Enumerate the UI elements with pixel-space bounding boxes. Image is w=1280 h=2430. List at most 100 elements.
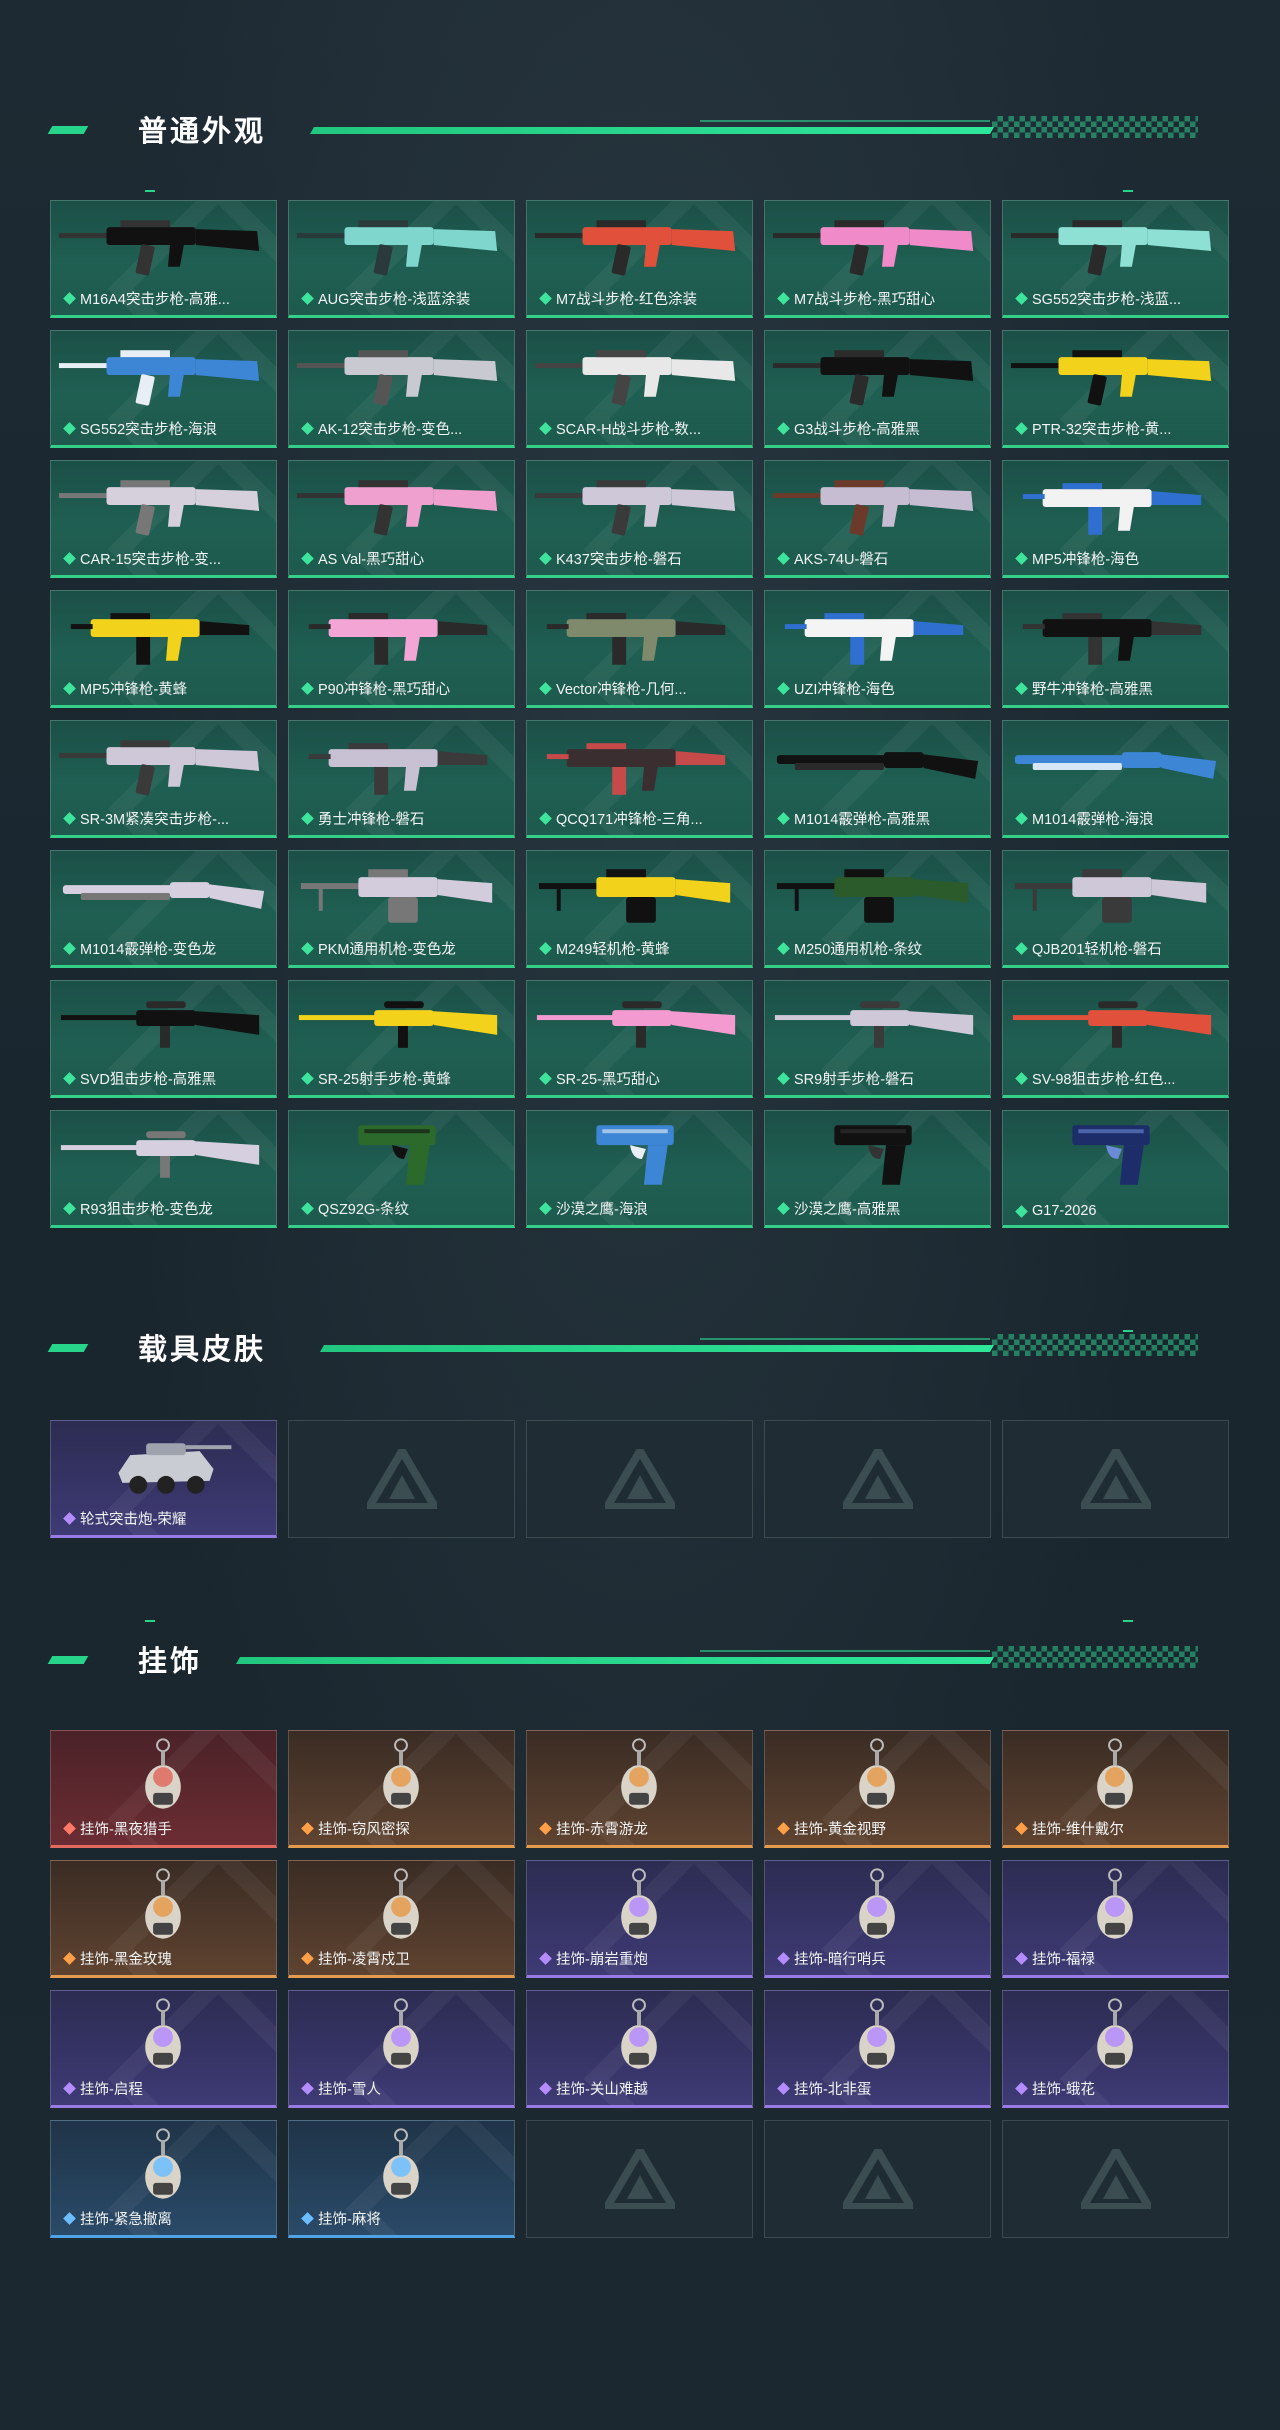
weapon-skin-card[interactable]: PTR-32突击步枪-黄... [1002, 330, 1229, 448]
weapon-skin-card[interactable]: SR-3M紧凑突击步枪-... [50, 720, 277, 838]
weapon-skin-card[interactable]: PKM通用机枪-变色龙 [288, 850, 515, 968]
weapon-skin-card[interactable]: M1014霰弹枪-变色龙 [50, 850, 277, 968]
weapon-skin-card[interactable]: SR-25射手步枪-黄蜂 [288, 980, 515, 1098]
weapon-skin-card[interactable]: M1014霰弹枪-海浪 [1002, 720, 1229, 838]
charm-card[interactable]: 挂饰-暗行哨兵 [764, 1860, 991, 1978]
weapon-skin-card[interactable]: K437突击步枪-磐石 [526, 460, 753, 578]
charm-card[interactable]: 挂饰-黑金玫瑰 [50, 1860, 277, 1978]
card-label: 挂饰-维什戴尔 [1015, 1818, 1124, 1839]
charm-card[interactable]: 挂饰-启程 [50, 1990, 277, 2108]
weapon-skin-card[interactable]: AUG突击步枪-浅蓝涂装 [288, 200, 515, 318]
weapon-skin-card[interactable]: M1014霰弹枪-高雅黑 [764, 720, 991, 838]
weapon-skin-card[interactable]: 沙漠之鹰-海浪 [526, 1110, 753, 1228]
weapon-skin-card[interactable]: QSZ92G-条纹 [288, 1110, 515, 1228]
tick-mark [145, 190, 155, 192]
charm-card[interactable]: 挂饰-黄金视野 [764, 1730, 991, 1848]
charm-card[interactable]: 挂饰-蛾花 [1002, 1990, 1229, 2108]
charm-card[interactable]: 挂饰-麻将 [288, 2120, 515, 2238]
pistol-icon [1072, 1125, 1150, 1185]
weapon-skin-card[interactable]: CAR-15突击步枪-变... [50, 460, 277, 578]
item-name: SV-98狙击步枪-红色... [1032, 1072, 1176, 1088]
rarity-gem-icon [1015, 552, 1028, 565]
card-label: SVD狙击步枪-高雅黑 [63, 1068, 216, 1089]
card-label: 挂饰-北非蛋 [777, 2078, 871, 2099]
charm-card[interactable]: 挂饰-北非蛋 [764, 1990, 991, 2108]
item-name: MP5冲锋枪-海色 [1032, 552, 1140, 568]
item-name: M7战斗步枪-红色涂装 [556, 292, 697, 308]
empty-slot [1002, 1420, 1229, 1538]
sniper-icon [60, 1131, 260, 1178]
item-name: R93狙击步枪-变色龙 [80, 1202, 213, 1218]
rarity-gem-icon [1015, 1204, 1028, 1218]
weapon-skin-card[interactable]: QJB201轻机枪-磐石 [1002, 850, 1229, 968]
weapon-skin-card[interactable]: M7战斗步枪-红色涂装 [526, 200, 753, 318]
weapon-skin-card[interactable]: SCAR-H战斗步枪-数... [526, 330, 753, 448]
card-label: 挂饰-关山难越 [539, 2078, 648, 2099]
charm-card[interactable]: 挂饰-雪人 [288, 1990, 515, 2108]
item-name: SR-25射手步枪-黄蜂 [318, 1072, 451, 1088]
weapon-skin-card[interactable]: AS Val-黑巧甜心 [288, 460, 515, 578]
item-name: M1014霰弹枪-高雅黑 [794, 812, 931, 828]
weapon-skin-card[interactable]: 野牛冲锋枪-高雅黑 [1002, 590, 1229, 708]
charm-card[interactable]: 挂饰-维什戴尔 [1002, 1730, 1229, 1848]
item-name: AKS-74U-磐石 [794, 552, 889, 568]
charm-card[interactable]: 挂饰-窃风密探 [288, 1730, 515, 1848]
header-rule [309, 127, 995, 134]
rifle-icon [772, 220, 974, 276]
weapon-skin-card[interactable]: UZI冲锋枪-海色 [764, 590, 991, 708]
weapon-skin-card[interactable]: M249轻机枪-黄蜂 [526, 850, 753, 968]
weapon-skin-card[interactable]: MP5冲锋枪-黄蜂 [50, 590, 277, 708]
charm-card[interactable]: 挂饰-紧急撤离 [50, 2120, 277, 2238]
charm-card[interactable]: 挂饰-福禄 [1002, 1860, 1229, 1978]
weapon-skin-card[interactable]: M16A4突击步枪-高雅... [50, 200, 277, 318]
rifle-icon [296, 350, 498, 406]
weapon-skin-card[interactable]: 勇士冲锋枪-磐石 [288, 720, 515, 838]
weapon-skin-card[interactable]: SV-98狙击步枪-红色... [1002, 980, 1229, 1098]
weapon-skin-card[interactable]: M250通用机枪-条纹 [764, 850, 991, 968]
shotgun-icon [1014, 752, 1217, 779]
weapon-skin-card[interactable]: P90冲锋枪-黑巧甜心 [288, 590, 515, 708]
weapon-skin-card[interactable]: SG552突击步枪-浅蓝... [1002, 200, 1229, 318]
lmg-icon [776, 869, 969, 923]
weapon-skin-card[interactable]: 沙漠之鹰-高雅黑 [764, 1110, 991, 1228]
weapon-skin-card[interactable]: QCQ171冲锋枪-三角... [526, 720, 753, 838]
item-name: 野牛冲锋枪-高雅黑 [1032, 682, 1153, 698]
rarity-gem-icon [777, 1202, 790, 1215]
weapon-skin-card[interactable]: AKS-74U-磐石 [764, 460, 991, 578]
item-name: SR-25-黑巧甜心 [556, 1072, 660, 1088]
card-label: 挂饰-福禄 [1015, 1948, 1095, 1969]
weapon-skin-card[interactable]: G3战斗步枪-高雅黑 [764, 330, 991, 448]
weapon-skin-card[interactable]: R93狙击步枪-变色龙 [50, 1110, 277, 1228]
weapon-skin-card[interactable]: Vector冲锋枪-几何... [526, 590, 753, 708]
weapon-skin-card[interactable]: MP5冲锋枪-海色 [1002, 460, 1229, 578]
charm-card[interactable]: 挂饰-崩岩重炮 [526, 1860, 753, 1978]
item-name: 挂饰-麻将 [318, 2212, 381, 2228]
card-label: 挂饰-暗行哨兵 [777, 1948, 886, 1969]
weapon-skin-card[interactable]: SG552突击步枪-海浪 [50, 330, 277, 448]
lmg-icon [300, 869, 493, 923]
charm-card[interactable]: 挂饰-凌霄戍卫 [288, 1860, 515, 1978]
card-label: 挂饰-赤霄游龙 [539, 1818, 648, 1839]
vehicle-skin-card[interactable]: 轮式突击炮-荣耀 [50, 1420, 277, 1538]
weapon-skin-card[interactable]: AK-12突击步枪-变色... [288, 330, 515, 448]
item-name: QCQ171冲锋枪-三角... [556, 812, 703, 828]
smg-icon [546, 743, 726, 795]
rarity-gem-icon [301, 1072, 314, 1085]
item-name: 挂饰-福禄 [1032, 1952, 1095, 1968]
charm-card[interactable]: 挂饰-黑夜猎手 [50, 1730, 277, 1848]
weapon-skin-card[interactable]: SR9射手步枪-磐石 [764, 980, 991, 1098]
weapon-skin-card[interactable]: G17-2026 [1002, 1110, 1229, 1228]
charm-card[interactable]: 挂饰-赤霄游龙 [526, 1730, 753, 1848]
weapon-skin-card[interactable]: SVD狙击步枪-高雅黑 [50, 980, 277, 1098]
weapon-skin-card[interactable]: M7战斗步枪-黑巧甜心 [764, 200, 991, 318]
item-name: 挂饰-维什戴尔 [1032, 1822, 1124, 1838]
rifle-icon [58, 480, 260, 536]
card-label: QSZ92G-条纹 [301, 1198, 409, 1219]
charm-card[interactable]: 挂饰-关山难越 [526, 1990, 753, 2108]
card-label: 挂饰-蛾花 [1015, 2078, 1095, 2099]
rarity-gem-icon [301, 942, 314, 955]
item-name: 勇士冲锋枪-磐石 [318, 812, 425, 828]
rifle-icon [1010, 350, 1212, 406]
weapon-skin-card[interactable]: SR-25-黑巧甜心 [526, 980, 753, 1098]
card-label: M1014霰弹枪-高雅黑 [777, 808, 931, 829]
